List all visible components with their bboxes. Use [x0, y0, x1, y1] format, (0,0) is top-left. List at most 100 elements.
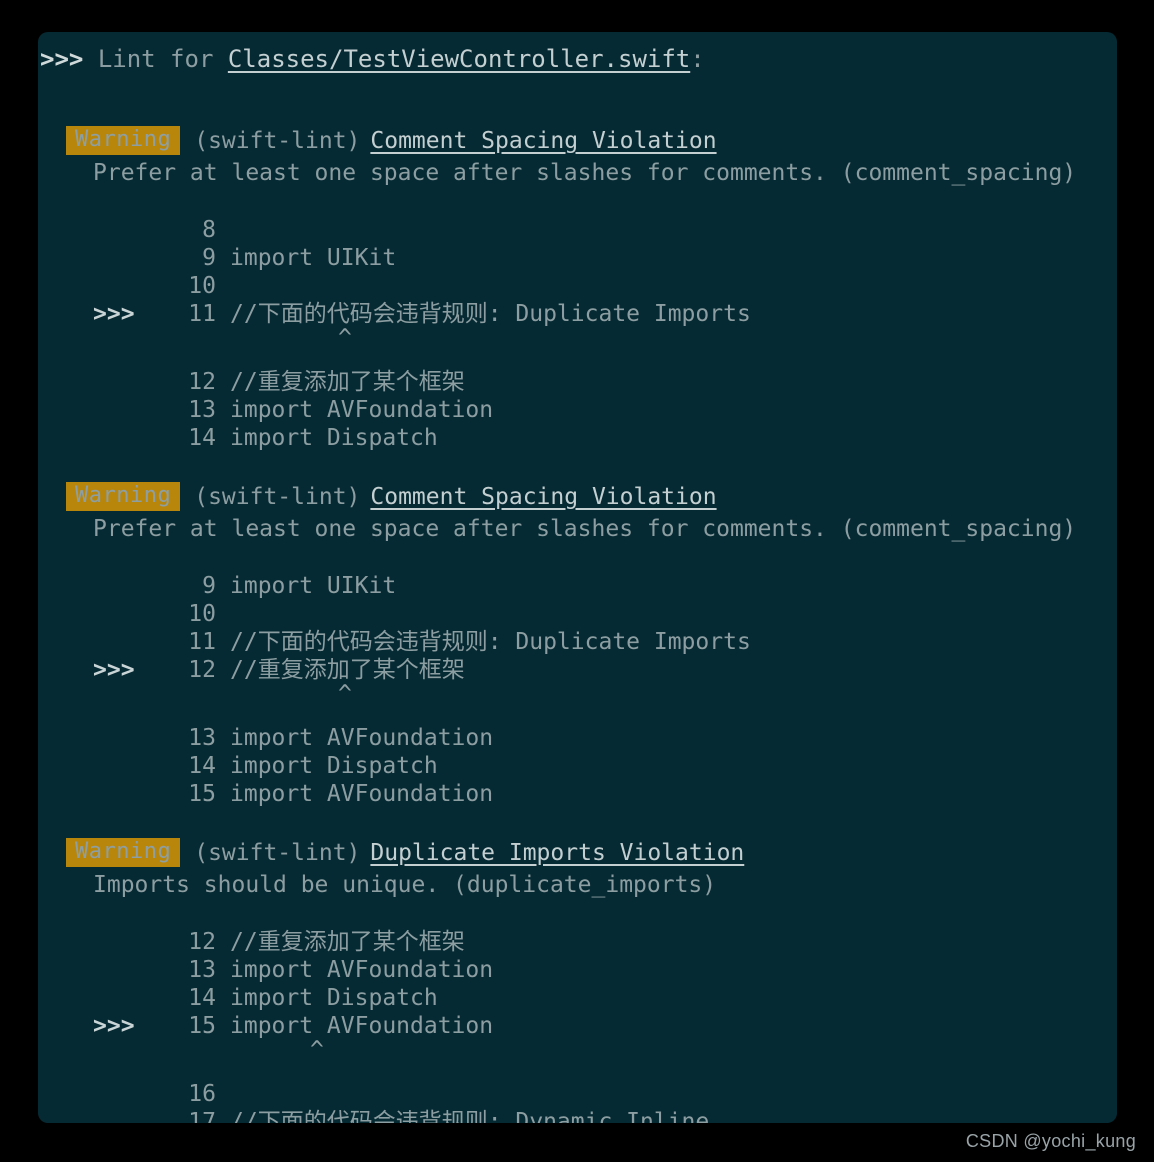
line-number: 17 [188, 1109, 216, 1123]
line-number: 11 [188, 629, 216, 655]
source-file-path[interactable]: Classes/TestViewController.swift [228, 45, 690, 73]
code-line: 11 //下面的代码会违背规则: Duplicate Imports [38, 628, 1117, 656]
violation-caret: ^ [310, 1037, 324, 1063]
source-code-text: //重复添加了某个框架 [230, 657, 465, 683]
rule-title-link[interactable]: Duplicate Imports Violation [370, 840, 744, 866]
source-code-text: //下面的代码会违背规则: Duplicate Imports [230, 629, 751, 655]
line-number: 12 [188, 369, 216, 395]
warning-block-list: Warning (swift-lint) Comment Spacing Viola… [38, 124, 1117, 1123]
marker-spacer [38, 368, 180, 396]
rule-title-link[interactable]: Comment Spacing Violation [370, 484, 716, 510]
source-code-text: import AVFoundation [230, 397, 494, 423]
line-number: 13 [188, 397, 216, 423]
warning-block: Warning (swift-lint) Comment Spacing Viola… [38, 480, 1117, 836]
line-number: 15 [188, 781, 216, 807]
snippet-gap [38, 544, 1117, 572]
source-code-text: import Dispatch [230, 753, 438, 779]
linter-name: (swift-lint) [194, 484, 361, 510]
violation-marker: >>> [93, 657, 135, 683]
line-number: 10 [188, 273, 216, 299]
line-number: 14 [188, 425, 216, 451]
line-number: 13 [188, 725, 216, 751]
marker-spacer [38, 424, 180, 452]
code-line: 13 import AVFoundation [38, 956, 1117, 984]
source-code-text [216, 1081, 230, 1107]
code-line: 13 import AVFoundation [38, 396, 1117, 424]
rule-description: Prefer at least one space after slashes … [93, 516, 1077, 542]
source-code-text: import Dispatch [230, 985, 438, 1011]
source-code-text [216, 601, 230, 627]
caret-gap [38, 354, 1117, 368]
marker-spacer [38, 752, 180, 780]
header-space [213, 45, 227, 73]
line-number: 11 [188, 301, 216, 327]
snippet-gap [38, 188, 1117, 216]
status-badge: Warning [66, 838, 181, 867]
warning-block: Warning (swift-lint) Duplicate Imports Vio… [38, 836, 1117, 1123]
status-badge: Warning [66, 482, 181, 511]
line-number: 12 [188, 657, 216, 683]
source-code-text: //下面的代码会违背规则: Duplicate Imports [230, 301, 751, 327]
code-line: >>> 12 //重复添加了某个框架 [38, 656, 1117, 684]
line-number: 14 [188, 985, 216, 1011]
marker-spacer [38, 272, 180, 300]
code-line: 14 import Dispatch [38, 752, 1117, 780]
code-line: 15 import AVFoundation [38, 780, 1117, 808]
line-number: 10 [188, 601, 216, 627]
marker-spacer [38, 780, 180, 808]
line-number: 13 [188, 957, 216, 983]
code-line: >>> 11 //下面的代码会违背规则: Duplicate Imports [38, 300, 1117, 328]
line-number: 8 [202, 217, 216, 243]
lint-for-text: Lint for [97, 45, 214, 73]
source-code-text: import AVFoundation [230, 781, 494, 807]
line-number: 9 [202, 573, 216, 599]
marker-spacer [38, 396, 180, 424]
lint-output-panel: >>> Lint for Classes/TestViewController.… [38, 32, 1117, 1123]
marker-spacer [38, 244, 180, 272]
source-code-text: //下面的代码会违背规则: Dynamic Inline [230, 1109, 710, 1123]
caret-gap [38, 1066, 1117, 1080]
code-line: >>> 15 import AVFoundation [38, 1012, 1117, 1040]
line-number: 16 [188, 1081, 216, 1107]
code-line: 12 //重复添加了某个框架 [38, 928, 1117, 956]
lint-for-label [83, 45, 97, 73]
violation-marker: >>> [93, 301, 135, 327]
code-line: 9 import UIKit [38, 244, 1117, 272]
source-code-text: //重复添加了某个框架 [230, 369, 465, 395]
lint-header-line: >>> Lint for Classes/TestViewController.… [38, 42, 1117, 76]
lint-output-content: >>> Lint for Classes/TestViewController.… [38, 32, 1117, 1123]
warning-block: Warning (swift-lint) Comment Spacing Viola… [38, 124, 1117, 480]
marker-spacer [38, 600, 180, 628]
marker-spacer [38, 956, 180, 984]
caret-gap [38, 710, 1117, 724]
code-line: 10 [38, 272, 1117, 300]
header-gap [38, 76, 1117, 124]
source-code-text: import AVFoundation [230, 725, 494, 751]
source-code-text: import Dispatch [230, 425, 438, 451]
code-line: 16 [38, 1080, 1117, 1108]
rule-description: Prefer at least one space after slashes … [93, 160, 1077, 186]
marker-spacer [38, 216, 180, 244]
linter-name: (swift-lint) [194, 840, 361, 866]
marker-spacer [38, 928, 180, 956]
prompt-marker: >>> [40, 45, 84, 73]
violation-marker: >>> [93, 1013, 135, 1039]
source-code-text [216, 273, 230, 299]
marker-spacer [38, 724, 180, 752]
marker-spacer [38, 1108, 180, 1123]
rule-description: Imports should be unique. (duplicate_imp… [93, 872, 717, 898]
source-code-text: import AVFoundation [230, 957, 494, 983]
code-line: 9 import UIKit [38, 572, 1117, 600]
code-line: 14 import Dispatch [38, 424, 1117, 452]
source-code-text: import UIKit [230, 245, 397, 271]
code-line: 12 //重复添加了某个框架 [38, 368, 1117, 396]
source-code-text [216, 217, 230, 243]
code-line: 17 //下面的代码会违背规则: Dynamic Inline [38, 1108, 1117, 1123]
source-code-text: import UIKit [230, 573, 397, 599]
rule-title-link[interactable]: Comment Spacing Violation [370, 128, 716, 154]
warning-header-row: Warning (swift-lint) Comment Spacing Viola… [38, 124, 1117, 158]
marker-spacer [38, 984, 180, 1012]
screenshot-root: >>> Lint for Classes/TestViewController.… [0, 0, 1154, 1162]
block-gap [38, 452, 1117, 480]
line-number: 14 [188, 753, 216, 779]
